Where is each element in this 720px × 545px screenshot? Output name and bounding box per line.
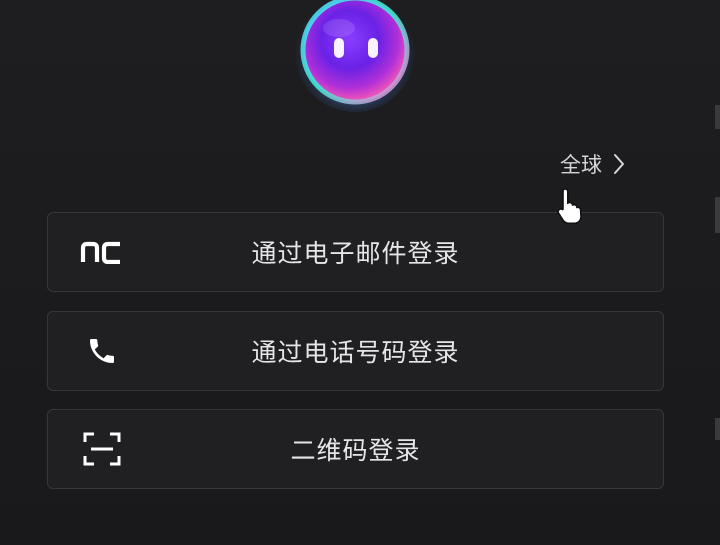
- phone-login-label: 通过电话号码登录: [251, 338, 460, 367]
- region-label: 全球: [560, 153, 602, 177]
- mascot-logo-icon: [295, 0, 415, 112]
- hand-cursor-icon: [557, 188, 582, 225]
- qr-login-button[interactable]: 二维码登录: [47, 409, 664, 489]
- background-edge-fragment: [715, 418, 720, 440]
- phone-login-button[interactable]: 通过电话号码登录: [47, 311, 664, 391]
- login-panel: 全球 通过电子邮件登录 通过电话号码登录 二维码登录: [0, 0, 720, 545]
- background-edge-fragment: [715, 105, 720, 129]
- chevron-right-icon: [614, 154, 624, 174]
- email-login-label: 通过电子邮件登录: [251, 239, 460, 268]
- region-selector[interactable]: 全球: [560, 148, 626, 180]
- qr-login-label: 二维码登录: [290, 436, 421, 465]
- background-edge-fragment: [715, 197, 720, 233]
